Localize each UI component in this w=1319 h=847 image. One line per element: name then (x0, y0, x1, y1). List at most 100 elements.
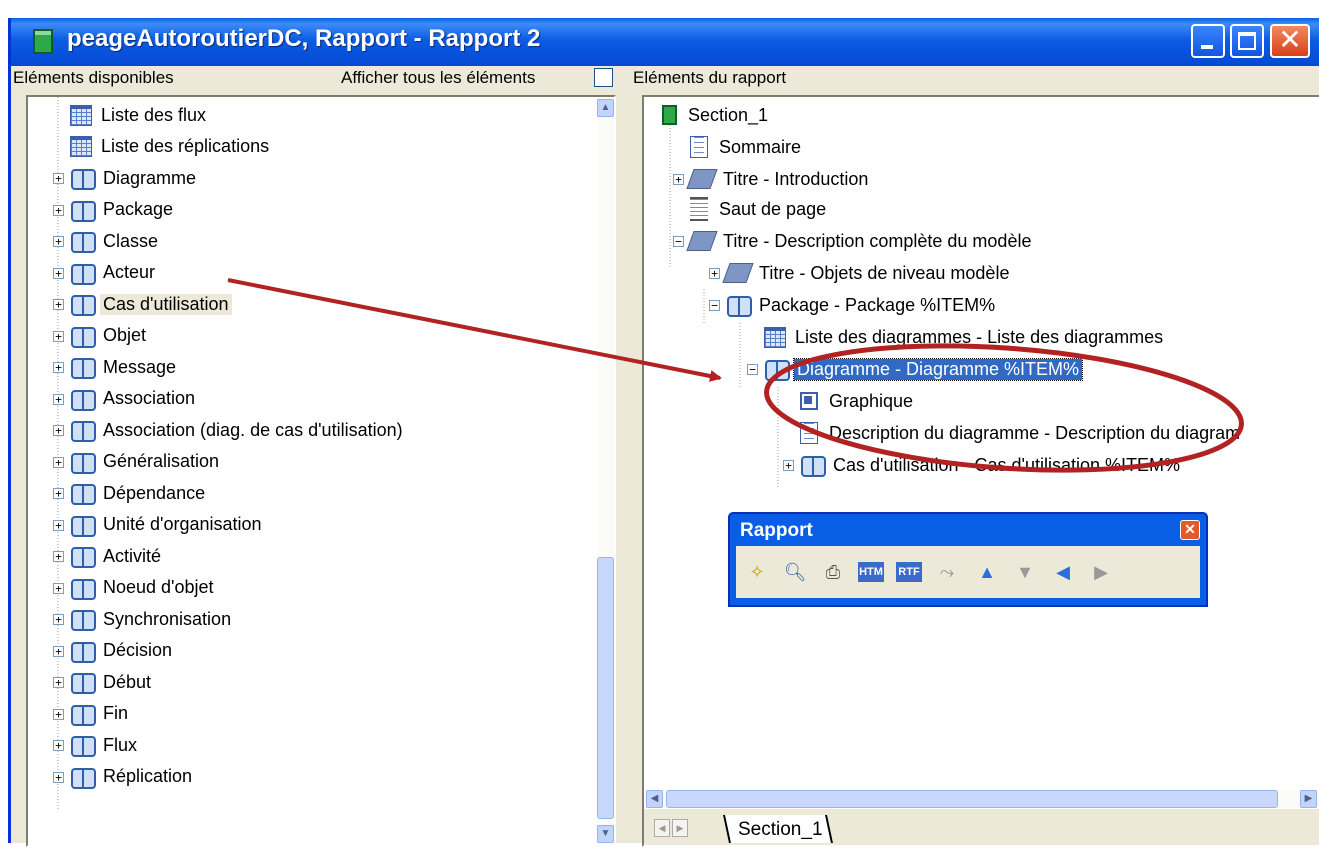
tree-item[interactable]: + Unité d'organisation (53, 511, 265, 539)
tab-next-button[interactable]: ▶ (672, 819, 688, 837)
magic-wand-icon[interactable]: ✧ (744, 560, 770, 584)
tree-item[interactable]: + Noeud d'objet (53, 574, 217, 602)
tree-item[interactable]: + Package (53, 196, 176, 224)
expand-toggle[interactable]: + (53, 645, 64, 657)
report-tree-item[interactable]: Saut de page (690, 195, 829, 223)
tree-item[interactable]: + Généralisation (53, 448, 222, 476)
right-horizontal-scrollbar[interactable]: ◀ ▶ (644, 790, 1319, 808)
expand-toggle[interactable]: − (747, 364, 758, 375)
expand-toggle[interactable]: + (709, 268, 720, 279)
expand-toggle[interactable]: − (673, 236, 684, 247)
report-tree-item[interactable]: Graphique (800, 387, 916, 415)
move-up-icon[interactable]: ▲ (974, 560, 1000, 584)
rtf-icon[interactable]: RTF (896, 562, 922, 582)
tree-item[interactable]: Liste des réplications (70, 133, 272, 161)
tree-item[interactable]: + Association (53, 385, 198, 413)
tree-item[interactable]: + Dépendance (53, 479, 208, 507)
scroll-down-button[interactable]: ▼ (597, 825, 614, 843)
tree-item[interactable]: + Cas d'utilisation (53, 290, 232, 318)
tree-item[interactable]: + Décision (53, 637, 175, 665)
left-scrollbar[interactable]: ▲ ▼ (597, 97, 614, 845)
page-break-icon (690, 197, 708, 221)
tree-item[interactable]: + Flux (53, 731, 140, 759)
gem-icon (722, 263, 754, 283)
preview-icon[interactable]: 🔍︎ (782, 560, 808, 584)
tree-item[interactable]: + Activité (53, 542, 164, 570)
available-elements-tree[interactable]: Liste des flux Liste des réplications + Dia… (26, 95, 616, 847)
expand-toggle[interactable]: + (53, 614, 64, 625)
rapport-toolbar[interactable]: Rapport ✕ ✧ 🔍︎ ⎙ HTM RTF ⤳ ▲ ▼ ◀ ▶ (728, 512, 1208, 607)
book-icon (70, 766, 96, 789)
tree-item[interactable]: + Message (53, 353, 179, 381)
tree-item-label: Noeud d'objet (103, 577, 214, 597)
report-tree-item[interactable]: + Cas d'utilisation - Cas d'utilisation %… (783, 451, 1183, 479)
report-tree-item[interactable]: + Titre - Objets de niveau modèle (709, 259, 1012, 287)
report-tree-item-label: Description du diagramme - Description d… (829, 422, 1241, 443)
expand-toggle[interactable]: + (673, 174, 684, 185)
tree-item[interactable]: + Réplication (53, 763, 195, 791)
expand-toggle[interactable]: + (53, 330, 64, 342)
book-icon (70, 640, 96, 663)
expand-toggle[interactable]: + (53, 740, 64, 751)
expand-toggle[interactable]: + (53, 204, 64, 216)
report-tree-item[interactable]: Description du diagramme - Description d… (800, 419, 1243, 447)
expand-toggle[interactable]: + (53, 551, 64, 562)
scroll-left-button[interactable]: ◀ (646, 790, 663, 808)
scroll-thumb[interactable] (597, 557, 614, 819)
tree-item[interactable]: + Objet (53, 322, 149, 350)
expand-toggle[interactable]: + (53, 393, 64, 405)
tree-item[interactable]: + Synchronisation (53, 605, 234, 633)
report-tree-item[interactable]: − Diagramme - Diagramme %ITEM% (747, 355, 1084, 383)
tree-item[interactable]: + Association (diag. de cas d'utilisation… (53, 416, 406, 444)
tab-prev-button[interactable]: ◀ (654, 819, 670, 837)
expand-toggle[interactable]: + (53, 708, 64, 720)
tree-item[interactable]: + Diagramme (53, 164, 199, 192)
report-elements-tree[interactable]: Section_1 Sommaire + Titre - Introduction Sa… (642, 95, 1319, 847)
scroll-up-button[interactable]: ▲ (597, 99, 614, 117)
expand-toggle[interactable]: − (709, 300, 720, 311)
move-right-icon[interactable]: ▶ (1088, 560, 1114, 584)
title-bar[interactable]: peageAutoroutierDC, Rapport - Rapport 2 … (11, 18, 1319, 66)
tree-icon[interactable]: ⤳ (934, 560, 960, 584)
close-button[interactable]: ✕ (1270, 23, 1310, 58)
expand-toggle[interactable]: + (53, 425, 64, 436)
expand-toggle[interactable]: + (53, 771, 64, 783)
expand-toggle[interactable]: + (53, 362, 64, 373)
report-tree-item[interactable]: Sommaire (690, 133, 804, 161)
tree-item[interactable]: + Acteur (53, 259, 158, 287)
report-tree-item[interactable]: Liste des diagrammes - Liste des diagram… (764, 323, 1166, 351)
report-tree-item[interactable]: Section_1 (662, 101, 771, 129)
minimize-button[interactable] (1191, 24, 1225, 58)
book-icon (70, 356, 96, 379)
report-tree-item[interactable]: + Titre - Introduction (673, 165, 871, 193)
scroll-right-button[interactable]: ▶ (1300, 790, 1317, 808)
doc-icon (800, 422, 818, 444)
show-all-checkbox[interactable] (594, 68, 613, 87)
tree-item[interactable]: + Début (53, 668, 154, 696)
tree-item[interactable]: Liste des flux (70, 101, 209, 129)
tree-item-label: Message (103, 356, 177, 377)
move-left-icon[interactable]: ◀ (1050, 560, 1076, 584)
report-tree-item[interactable]: − Titre - Description complète du modèle (673, 227, 1034, 255)
print-icon[interactable]: ⎙ (820, 560, 846, 584)
expand-toggle[interactable]: + (53, 519, 64, 531)
book-icon (70, 199, 96, 222)
horizontal-scroll-thumb[interactable] (666, 790, 1278, 808)
expand-toggle[interactable]: + (53, 173, 64, 184)
move-down-icon[interactable]: ▼ (1012, 560, 1038, 584)
maximize-button[interactable] (1230, 24, 1264, 58)
tree-item[interactable]: + Fin (53, 700, 131, 728)
expand-toggle[interactable]: + (53, 299, 64, 310)
expand-toggle[interactable]: + (53, 456, 64, 468)
expand-toggle[interactable]: + (53, 582, 64, 594)
toolbar-close-button[interactable]: ✕ (1180, 520, 1200, 540)
expand-toggle[interactable]: + (53, 236, 64, 247)
tree-item[interactable]: + Classe (53, 227, 161, 255)
book-icon (70, 419, 96, 442)
expand-toggle[interactable]: + (53, 677, 64, 688)
expand-toggle[interactable]: + (53, 267, 64, 279)
html-icon[interactable]: HTM (858, 562, 884, 582)
expand-toggle[interactable]: + (783, 460, 794, 471)
expand-toggle[interactable]: + (53, 488, 64, 499)
report-tree-item[interactable]: − Package - Package %ITEM% (709, 291, 998, 319)
